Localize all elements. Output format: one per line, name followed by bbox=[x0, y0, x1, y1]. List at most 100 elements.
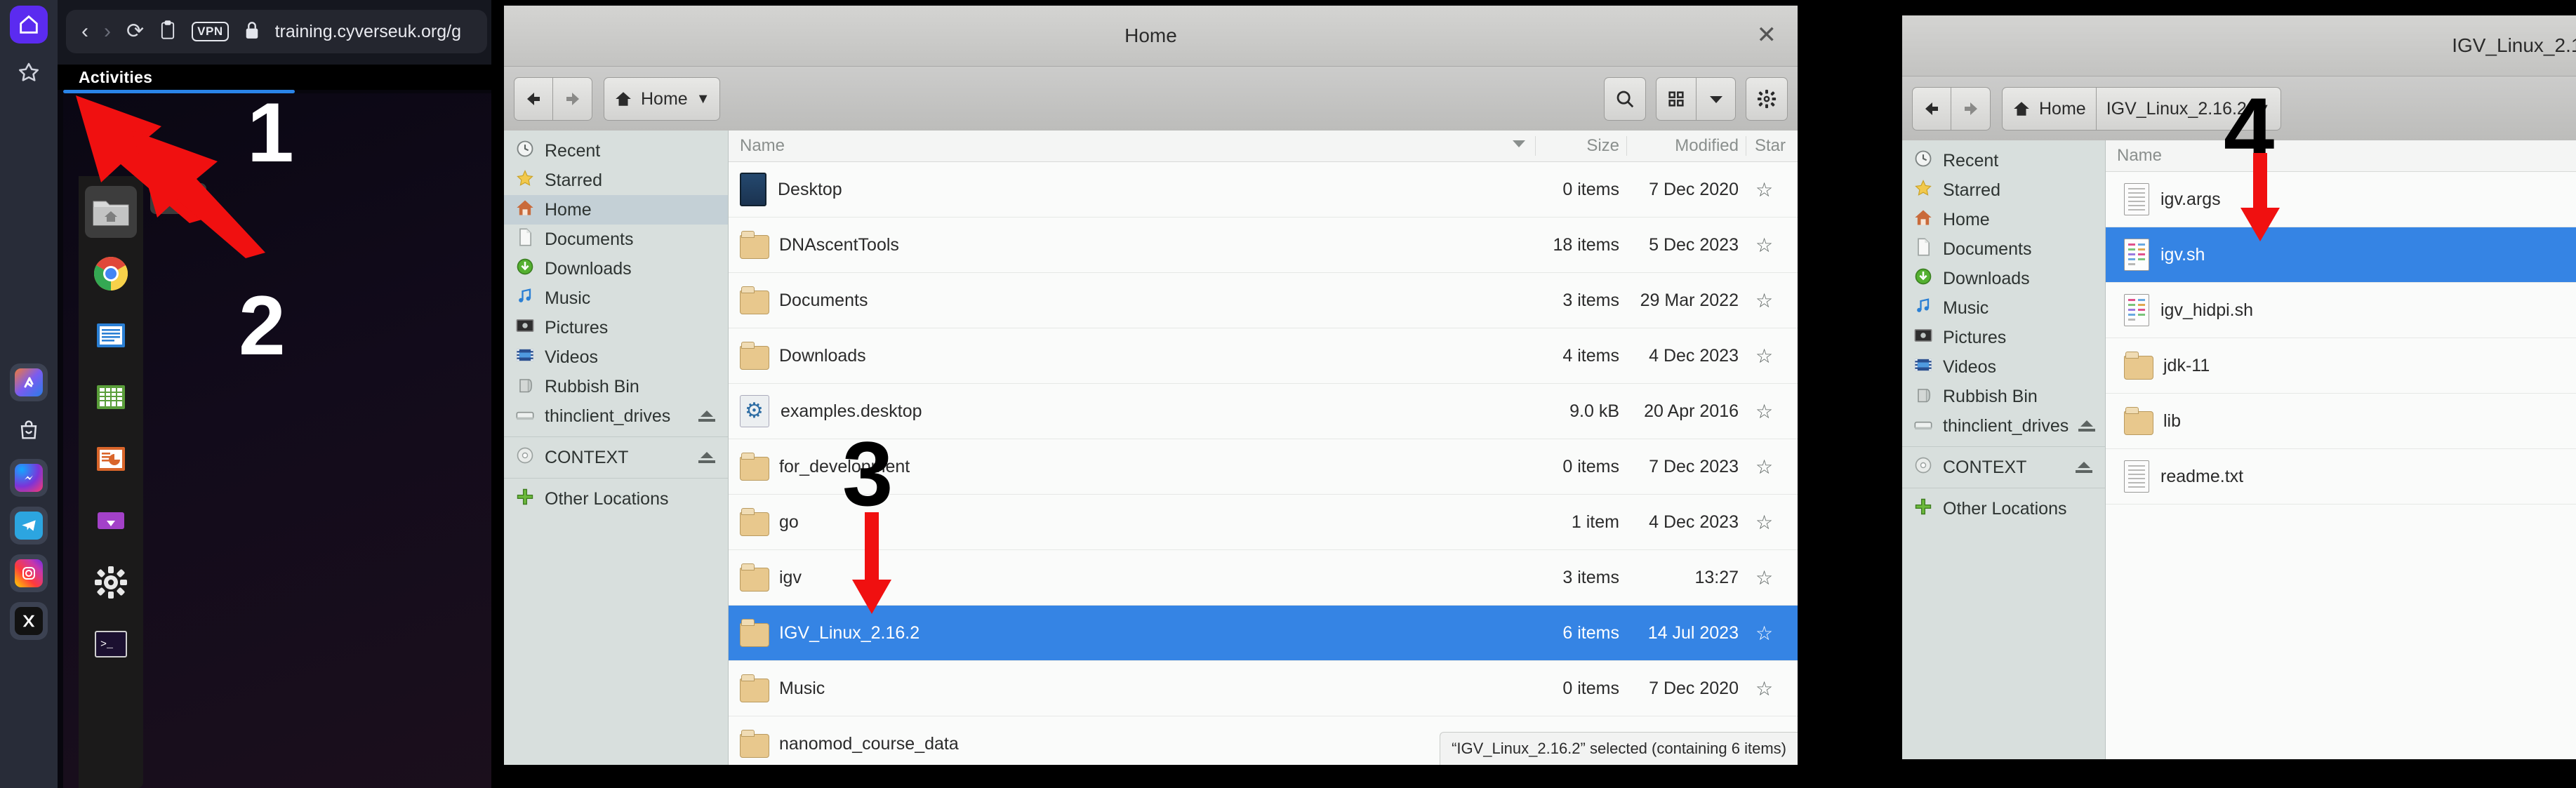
path-button-home[interactable]: Home ▼ bbox=[604, 77, 720, 121]
sidebar-item-rubbish-bin[interactable]: Rubbish Bin bbox=[504, 372, 728, 401]
sidebar-item-thinclient-drives[interactable]: thinclient_drives bbox=[1902, 411, 2105, 441]
table-row[interactable]: Documents3 items29 Mar 2022☆ bbox=[729, 273, 1798, 328]
column-header-name[interactable]: Name bbox=[2106, 146, 2576, 166]
path-button-home[interactable]: Home bbox=[2002, 87, 2097, 131]
sidebar-item-downloads[interactable]: Downloads bbox=[504, 254, 728, 283]
table-row[interactable]: Music0 items7 Dec 2020☆ bbox=[729, 661, 1798, 716]
star-toggle[interactable]: ☆ bbox=[1746, 566, 1798, 589]
home-window-titlebar[interactable]: Home ✕ bbox=[504, 6, 1798, 67]
forward-button[interactable] bbox=[1951, 87, 1991, 131]
sidebar-item-music[interactable]: Music bbox=[1902, 293, 2105, 323]
column-header-size[interactable]: Size bbox=[1535, 136, 1626, 156]
eject-icon[interactable] bbox=[2078, 420, 2094, 432]
dock-item-writer[interactable] bbox=[85, 309, 137, 361]
star-toggle[interactable]: ☆ bbox=[1746, 677, 1798, 700]
dock-item-files[interactable] bbox=[85, 186, 137, 238]
table-row[interactable]: go1 item4 Dec 2023☆ bbox=[729, 495, 1798, 550]
back-button[interactable] bbox=[1912, 87, 1951, 131]
star-toggle[interactable]: ☆ bbox=[1746, 289, 1798, 312]
table-row[interactable]: igv_hidpi.sh bbox=[2106, 283, 2576, 338]
sidebar-item-documents[interactable]: Documents bbox=[504, 225, 728, 254]
star-toggle[interactable]: ☆ bbox=[1746, 400, 1798, 423]
eject-icon[interactable] bbox=[2076, 462, 2094, 473]
sidebar-item-pictures[interactable]: Pictures bbox=[1902, 323, 2105, 352]
sidebar-item-other-locations[interactable]: Other Locations bbox=[1902, 494, 2105, 523]
back-button[interactable] bbox=[514, 77, 553, 121]
table-row[interactable]: examples.desktop9.0 kB20 Apr 2016☆ bbox=[729, 384, 1798, 439]
sidebar-item-shop-app[interactable] bbox=[10, 411, 48, 449]
sidebar-item-music[interactable]: Music bbox=[504, 283, 728, 313]
column-header-modified[interactable]: Modified bbox=[1626, 136, 1746, 156]
dock-item-calc[interactable] bbox=[85, 371, 137, 423]
column-header-name[interactable]: Name bbox=[729, 136, 1535, 156]
star-toggle[interactable]: ☆ bbox=[1746, 345, 1798, 368]
sidebar-item-context[interactable]: CONTEXT bbox=[504, 443, 728, 472]
chevron-down-icon[interactable]: ▼ bbox=[696, 91, 710, 107]
sort-descending-icon[interactable] bbox=[1513, 140, 1525, 147]
table-row[interactable]: jdk-11 bbox=[2106, 338, 2576, 394]
table-row[interactable]: readme.txt bbox=[2106, 449, 2576, 505]
clipboard-icon[interactable] bbox=[159, 20, 176, 44]
forward-icon[interactable]: › bbox=[104, 21, 111, 42]
column-header-star[interactable]: Star bbox=[1746, 136, 1798, 156]
dock-item-impress[interactable] bbox=[85, 433, 137, 485]
search-icon[interactable] bbox=[1604, 77, 1646, 121]
reload-icon[interactable]: ⟳ bbox=[126, 21, 144, 42]
table-row[interactable]: for_development0 items7 Dec 2023☆ bbox=[729, 439, 1798, 495]
vpn-badge[interactable]: VPN bbox=[192, 22, 228, 41]
sidebar-item-favorites-app[interactable] bbox=[10, 53, 48, 91]
table-row[interactable]: lib bbox=[2106, 394, 2576, 449]
sidebar-item-documents[interactable]: Documents bbox=[1902, 234, 2105, 264]
browser-url-bar[interactable]: ‹ › ⟳ VPN training.cyverseuk.org/g bbox=[66, 10, 487, 53]
sidebar-item-home[interactable]: Home bbox=[504, 195, 728, 225]
close-icon[interactable]: ✕ bbox=[1757, 21, 1777, 49]
igv-window-titlebar[interactable]: IGV_Linux_2.16 bbox=[1902, 15, 2576, 76]
star-toggle[interactable]: ☆ bbox=[1746, 178, 1798, 201]
chevron-down-icon[interactable]: ▼ bbox=[2257, 101, 2271, 117]
forward-button[interactable] bbox=[553, 77, 592, 121]
table-row[interactable]: igv.args bbox=[2106, 172, 2576, 227]
sidebar-item-home[interactable]: Home bbox=[1902, 205, 2105, 234]
path-button-igv-folder[interactable]: IGV_Linux_2.16.2 ▼ bbox=[2097, 87, 2281, 131]
sidebar-item-downloads[interactable]: Downloads bbox=[1902, 264, 2105, 293]
sidebar-item-pictures[interactable]: Pictures bbox=[504, 313, 728, 342]
star-toggle[interactable]: ☆ bbox=[1746, 455, 1798, 479]
eject-icon[interactable] bbox=[698, 452, 717, 463]
sidebar-item-messenger-app[interactable] bbox=[10, 459, 48, 497]
back-icon[interactable]: ‹ bbox=[81, 21, 88, 42]
sidebar-item-recent[interactable]: Recent bbox=[504, 136, 728, 166]
sidebar-item-context[interactable]: CONTEXT bbox=[1902, 453, 2105, 482]
sidebar-item-telegram-app[interactable] bbox=[10, 507, 48, 545]
sidebar-item-rubbish-bin[interactable]: Rubbish Bin bbox=[1902, 382, 2105, 411]
sidebar-item-other-locations[interactable]: Other Locations bbox=[504, 484, 728, 514]
sidebar-item-videos[interactable]: Videos bbox=[1902, 352, 2105, 382]
table-row[interactable]: Downloads4 items4 Dec 2023☆ bbox=[729, 328, 1798, 384]
star-toggle[interactable]: ☆ bbox=[1746, 234, 1798, 257]
activities-label[interactable]: Activities bbox=[79, 68, 152, 87]
sidebar-item-x-app[interactable] bbox=[10, 602, 48, 640]
sidebar-item-videos[interactable]: Videos bbox=[504, 342, 728, 372]
view-options-caret-icon[interactable] bbox=[1697, 77, 1736, 121]
dock-item-terminal[interactable]: >_ bbox=[85, 618, 137, 670]
table-row[interactable]: DNAscentTools18 items5 Dec 2023☆ bbox=[729, 218, 1798, 273]
dock-item-settings[interactable] bbox=[85, 556, 137, 608]
dock-item-software-updater[interactable] bbox=[85, 495, 137, 547]
url-text[interactable]: training.cyverseuk.org/g bbox=[275, 22, 461, 42]
sidebar-item-starred[interactable]: Starred bbox=[504, 166, 728, 195]
gear-icon[interactable] bbox=[1746, 77, 1788, 121]
star-toggle[interactable]: ☆ bbox=[1746, 622, 1798, 645]
sidebar-item-starred[interactable]: Starred bbox=[1902, 175, 2105, 205]
sidebar-item-thinclient-drives[interactable]: thinclient_drives bbox=[504, 401, 728, 431]
table-row[interactable]: Desktop0 items7 Dec 2020☆ bbox=[729, 162, 1798, 218]
dock-item-chrome[interactable] bbox=[85, 248, 137, 300]
star-toggle[interactable]: ☆ bbox=[1746, 511, 1798, 534]
sidebar-item-instagram-app[interactable] bbox=[10, 554, 48, 592]
sidebar-item-arc-app[interactable] bbox=[10, 363, 48, 401]
grid-view-icon[interactable] bbox=[1656, 77, 1697, 121]
table-row[interactable]: igv3 items13:27☆ bbox=[729, 550, 1798, 606]
eject-icon[interactable] bbox=[698, 410, 717, 422]
table-row[interactable]: IGV_Linux_2.16.26 items14 Jul 2023☆ bbox=[729, 606, 1798, 661]
table-row[interactable]: igv.sh bbox=[2106, 227, 2576, 283]
sidebar-item-recent[interactable]: Recent bbox=[1902, 146, 2105, 175]
sidebar-item-home-app[interactable] bbox=[10, 6, 48, 44]
